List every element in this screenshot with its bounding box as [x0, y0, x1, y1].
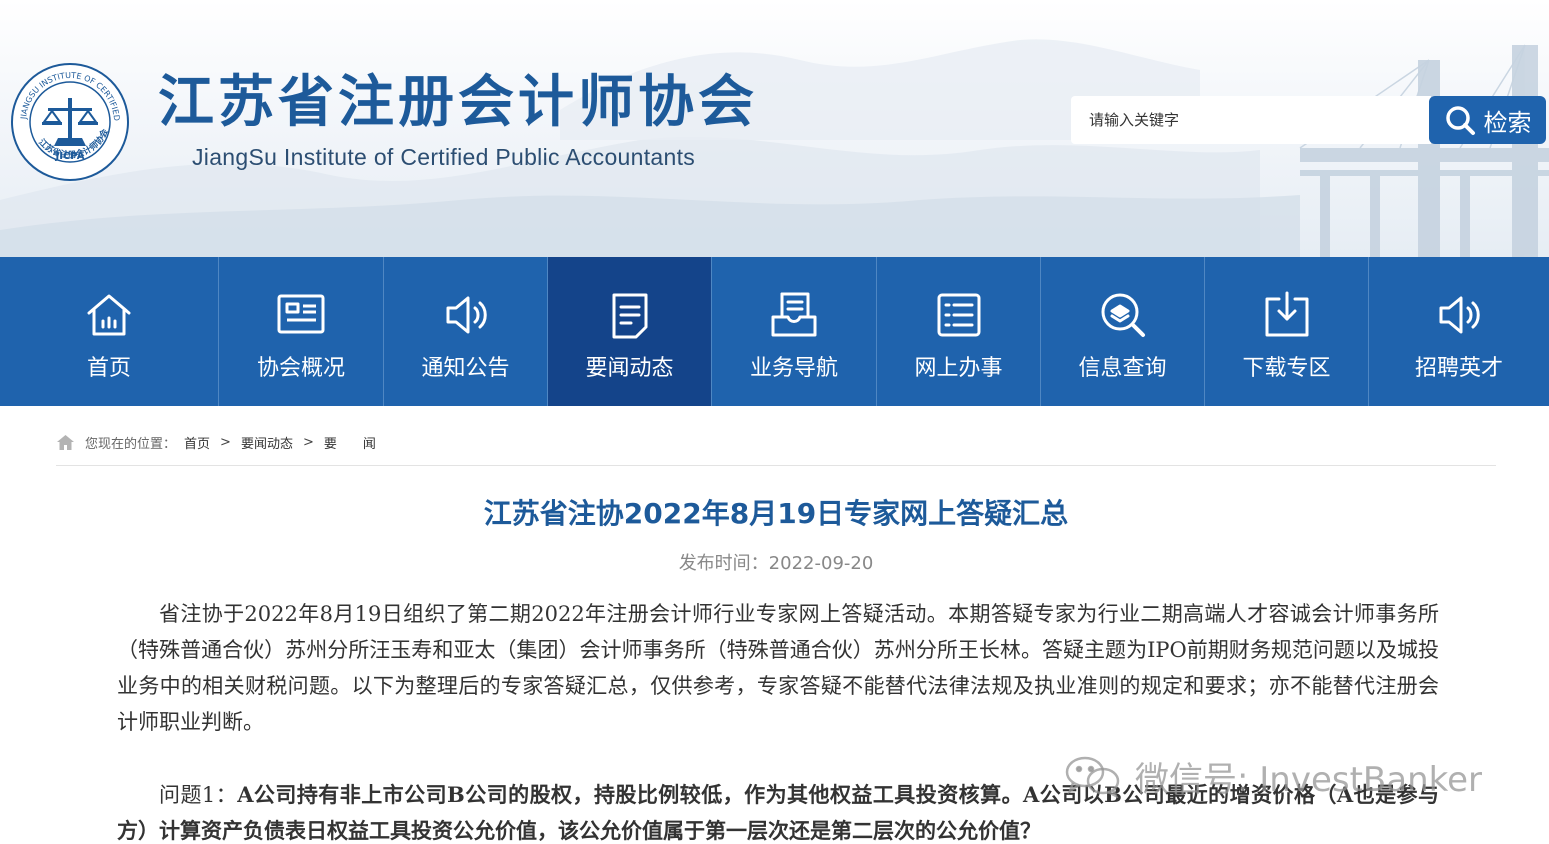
nav-label: 协会概况: [256, 356, 345, 381]
download-icon: [1265, 291, 1308, 337]
breadcrumb-link-highlights[interactable]: 要 闻: [324, 433, 376, 452]
nav-item-notices[interactable]: 通知公告: [384, 257, 548, 406]
breadcrumb-separator: >: [302, 434, 314, 450]
speaker-icon: [446, 296, 487, 334]
nav-label: 信息查询: [1078, 356, 1167, 381]
search-icon: [1445, 106, 1475, 135]
breadcrumb-link-news[interactable]: 要闻动态: [241, 433, 293, 452]
question-prefix: 问题1：: [159, 783, 238, 807]
nav-item-business[interactable]: 业务导航: [712, 257, 877, 406]
nav-label: 首页: [86, 356, 131, 381]
book-icon: [771, 292, 817, 337]
nav-item-home[interactable]: 首页: [0, 257, 219, 406]
org-name-en: JiangSu Institute of Certified Public Ac…: [192, 144, 696, 170]
speaker-icon: [1439, 296, 1480, 334]
nav-label: 通知公告: [421, 356, 510, 381]
breadcrumb-separator: >: [220, 434, 231, 450]
search-input[interactable]: [1071, 96, 1431, 144]
nav-item-recruitment[interactable]: 招聘英才: [1369, 257, 1549, 406]
search-button[interactable]: 检索: [1429, 96, 1546, 144]
nav-item-news[interactable]: 要闻动态: [548, 257, 712, 406]
watermark-text: 微信号: InvestBanker: [1135, 759, 1483, 800]
breadcrumb-prefix: 您现在的位置：: [85, 436, 177, 452]
search-button-label: 检索: [1483, 108, 1532, 137]
wechat-watermark: 微信号: InvestBanker: [1063, 752, 1482, 800]
seal-abbr: JICPA: [55, 151, 85, 162]
wechat-icon: [1065, 756, 1120, 798]
site-header: JIANGSU INSTITUTE OF CERTIFIED PUBLIC AC…: [0, 0, 1549, 257]
nav-item-info-query[interactable]: 信息查询: [1041, 257, 1205, 406]
article-intro: 省注协于2022年8月19日组织了第二期2022年注册会计师行业专家网上答疑活动…: [117, 602, 1439, 734]
org-name-cn: 江苏省注册会计师协会: [158, 70, 758, 135]
main-nav: 首页 协会概况 通知公告 要闻动态 业务导航 网上办事 信息查询 下载专区 招聘…: [0, 257, 1549, 406]
nav-label: 下载专区: [1242, 356, 1331, 381]
nav-label: 招聘英才: [1414, 356, 1503, 381]
nav-label: 网上办事: [914, 356, 1003, 381]
document-icon: [612, 293, 647, 339]
publish-time: 发布时间：2022-09-20: [678, 553, 874, 574]
nav-label: 业务导航: [749, 356, 838, 381]
nav-item-about[interactable]: 协会概况: [219, 257, 384, 406]
breadcrumb-home-icon: [57, 434, 74, 450]
nav-item-downloads[interactable]: 下载专区: [1205, 257, 1369, 406]
article-title: 江苏省注协2022年8月19日专家网上答疑汇总: [483, 497, 1069, 530]
nav-item-online-service[interactable]: 网上办事: [877, 257, 1041, 406]
breadcrumb-divider: [56, 465, 1496, 466]
profile-card-icon: [277, 294, 325, 334]
breadcrumb-link-home[interactable]: 首页: [184, 433, 210, 452]
nav-label: 要闻动态: [585, 356, 674, 381]
search-layers-icon: [1101, 293, 1145, 337]
breadcrumb: 您现在的位置： 首页 > 要闻动态 > 要 闻: [56, 432, 376, 452]
jicpa-seal-logo: JIANGSU INSTITUTE OF CERTIFIED PUBLIC AC…: [8, 60, 129, 181]
list-icon: [937, 293, 980, 337]
home-icon: [87, 294, 131, 336]
